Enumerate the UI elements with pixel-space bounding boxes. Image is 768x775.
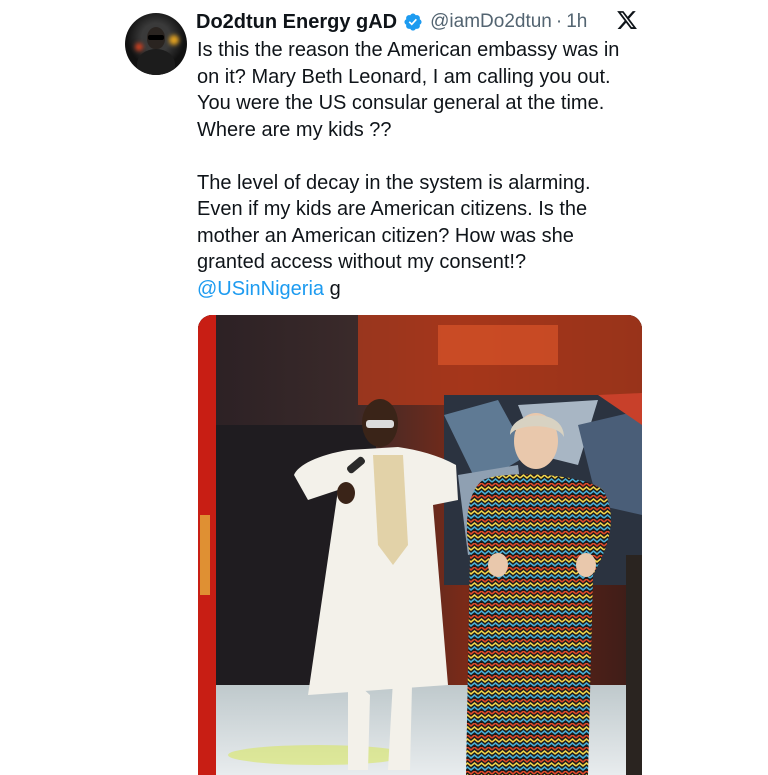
author-avatar[interactable]: [125, 13, 187, 75]
tweet-text: Is this the reason the American embassy …: [197, 37, 652, 302]
photo-scene: [198, 315, 642, 775]
tweet-line: Where are my kids ??: [197, 118, 392, 141]
x-logo-icon: [616, 9, 638, 31]
mention-link[interactable]: @USinNigeria: [197, 278, 324, 300]
tweet-photo[interactable]: [198, 315, 642, 775]
trailing-text: g: [324, 277, 341, 300]
author-handle[interactable]: @iamDo2dtun: [430, 11, 552, 33]
tweet-header: Do2dtun Energy gAD @iamDo2dtun · 1h: [196, 9, 587, 35]
tweet-line-mention: @USinNigeria g: [197, 276, 652, 303]
author-name[interactable]: Do2dtun Energy gAD: [196, 11, 397, 34]
tweet-line: on it? Mary Beth Leonard, I am calling y…: [197, 65, 611, 88]
tweet-line: Is this the reason the American embassy …: [197, 39, 620, 61]
tweet-timestamp[interactable]: 1h: [566, 11, 587, 33]
verified-badge-icon: [403, 12, 423, 32]
tweet-line: The level of decay in the system is alar…: [197, 171, 591, 194]
tweet-line: granted access without my consent!?: [197, 251, 527, 273]
meta-separator: ·: [555, 11, 563, 32]
tweet-line: Even if my kids are American citizens. I…: [197, 198, 588, 220]
tweet-line: mother an American citizen? How was she: [197, 224, 574, 247]
tweet-line: You were the US consular general at the …: [197, 92, 605, 114]
